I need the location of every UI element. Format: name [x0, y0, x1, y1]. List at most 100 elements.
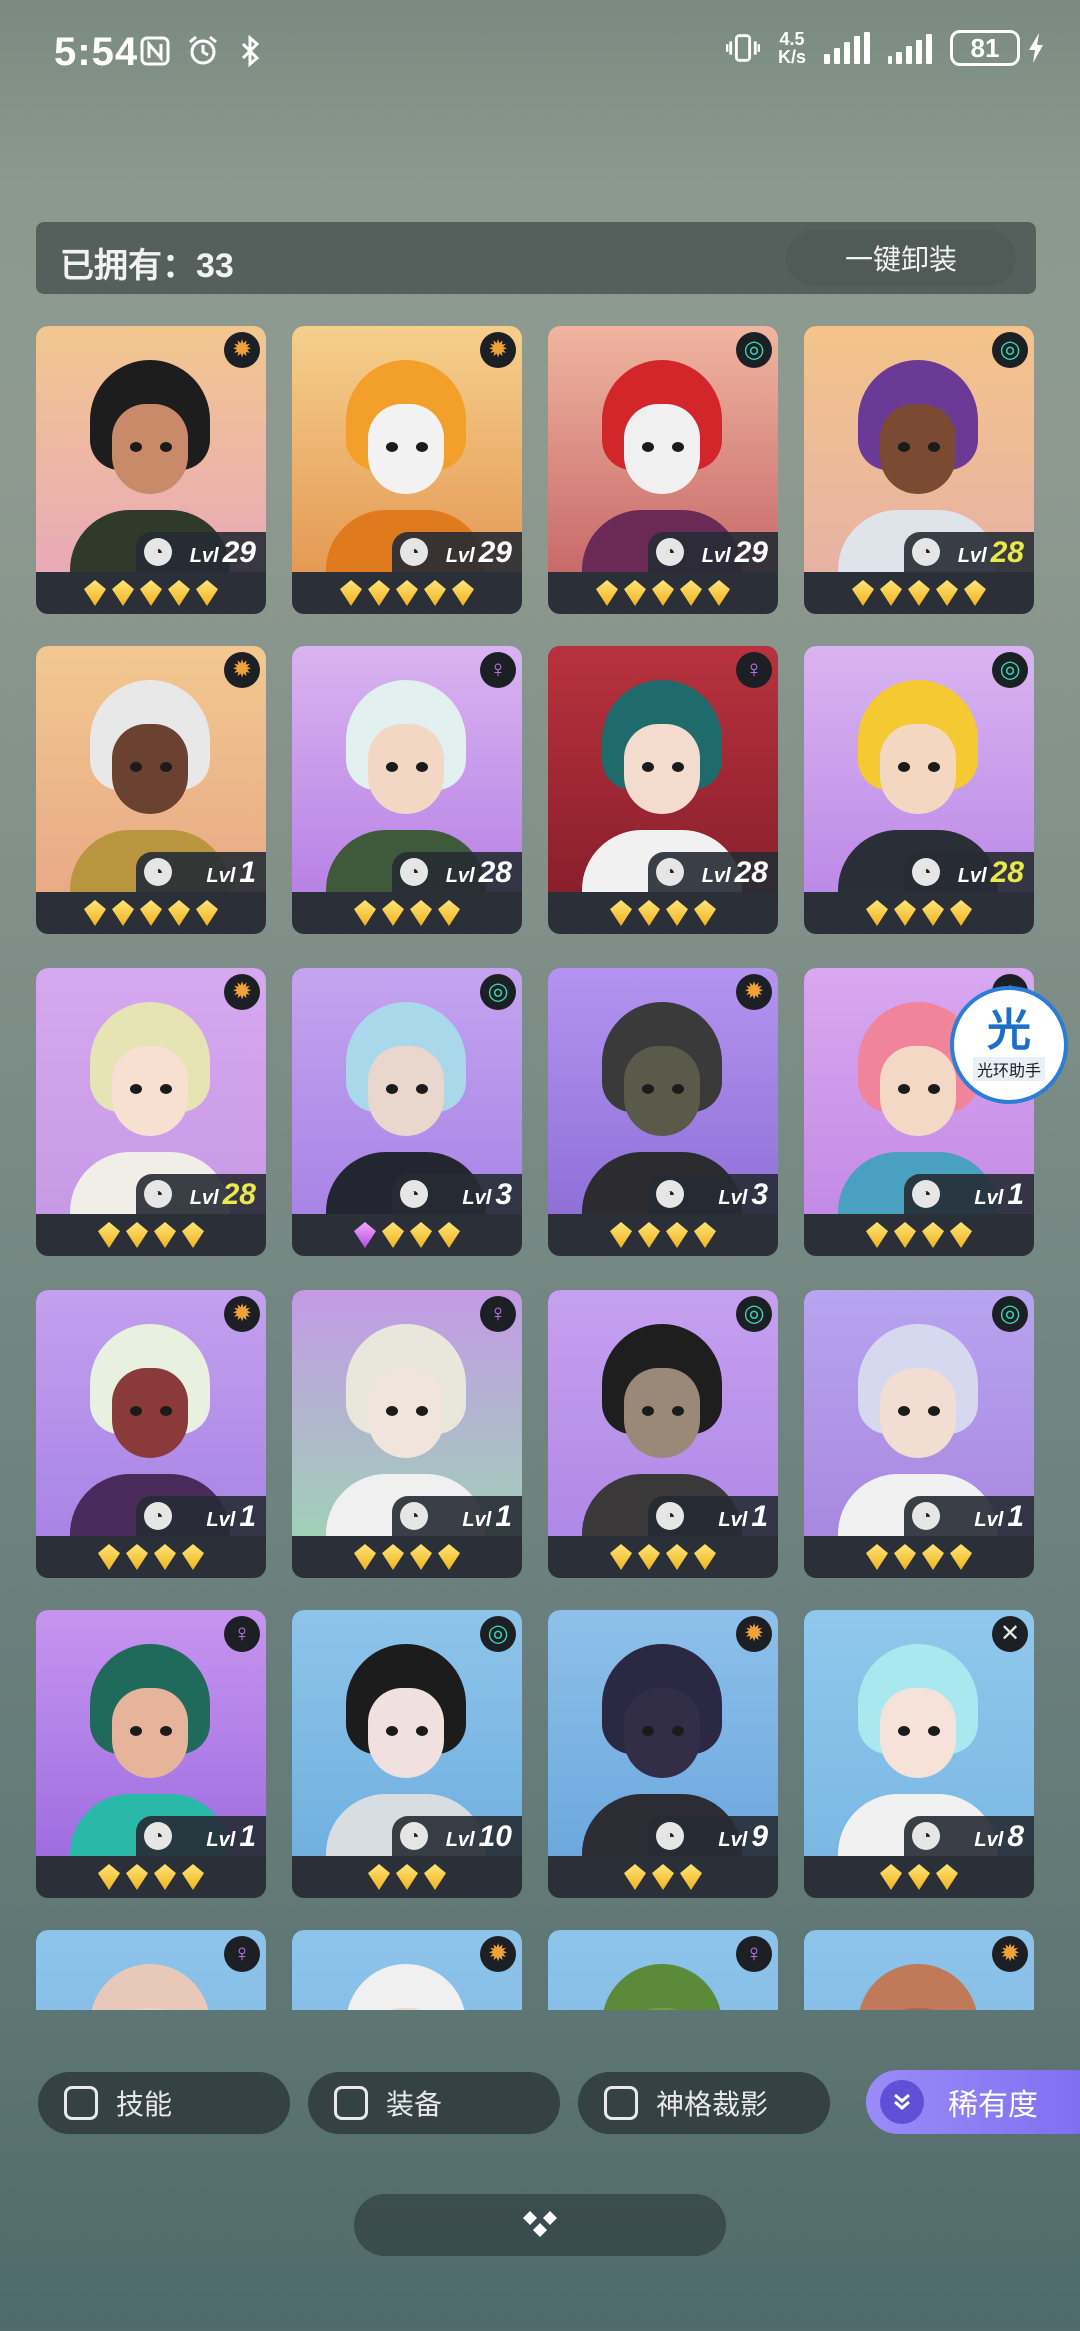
- level-value: 1: [751, 1500, 768, 1533]
- level-text: Lvl 28: [446, 856, 512, 890]
- gold-gem-icon: [866, 900, 888, 926]
- level-text: Lvl 29: [446, 536, 512, 570]
- character-card[interactable]: ✹ ◔ Lvl 9: [548, 1610, 778, 1898]
- level-prefix: Lvl: [445, 865, 475, 887]
- filter-divine-toggle[interactable]: 神格裁影: [578, 2072, 830, 2134]
- character-portrait: ◎ ◔ Lvl 29: [548, 326, 778, 572]
- filter-skill-toggle[interactable]: 技能: [38, 2072, 290, 2134]
- gold-gem-icon: [866, 1544, 888, 1570]
- character-card[interactable]: ✹ ◔ Lvl 1: [36, 646, 266, 934]
- character-portrait: ✹ ◔ Lvl 9: [548, 1610, 778, 1856]
- character-card[interactable]: ◎ ◔ Lvl 29: [548, 326, 778, 614]
- level-prefix: Lvl: [189, 1187, 219, 1209]
- gold-gem-icon: [84, 580, 106, 606]
- gold-gem-icon: [950, 1544, 972, 1570]
- level-prefix: Lvl: [445, 545, 475, 567]
- character-card[interactable]: ◎ ◔ Lvl 28: [804, 326, 1034, 614]
- character-card[interactable]: ◎ ◔ Lvl 10: [292, 1610, 522, 1898]
- gold-gem-icon: [922, 1544, 944, 1570]
- charging-icon: [1026, 31, 1046, 65]
- rarity-sort-button[interactable]: 稀有度: [866, 2070, 1080, 2134]
- character-portrait: ♀: [36, 1930, 266, 2010]
- star-rating: [36, 572, 266, 614]
- star-rating: [804, 892, 1034, 934]
- level-text: Lvl 1: [462, 1500, 512, 1534]
- level-text: Lvl 1: [718, 1500, 768, 1534]
- level-badge: ◔ Lvl 1: [648, 1496, 778, 1536]
- net-speed-value: 4.5: [779, 29, 805, 49]
- level-text: Lvl 29: [190, 536, 256, 570]
- level-text: Lvl 1: [206, 1500, 256, 1534]
- level-text: Lvl 10: [446, 1820, 512, 1854]
- sun-element-icon: ✹: [224, 652, 260, 688]
- gold-gem-icon: [652, 580, 674, 606]
- gold-gem-icon: [866, 1222, 888, 1248]
- character-card[interactable]: ♀: [36, 1930, 266, 2010]
- gold-gem-icon: [84, 900, 106, 926]
- checkbox-icon[interactable]: [604, 2086, 638, 2120]
- character-card[interactable]: ♀ ◔ Lvl 28: [292, 646, 522, 934]
- cross-element-icon: ✕: [992, 1616, 1028, 1652]
- level-value: 28: [478, 856, 512, 889]
- character-card[interactable]: ✹ ◔ Lvl 3: [548, 968, 778, 1256]
- gold-gem-icon: [936, 580, 958, 606]
- level-badge: ◔ Lvl 1: [904, 1496, 1034, 1536]
- character-figure: [838, 1964, 998, 2010]
- character-portrait: ✕ ◔ Lvl 8: [804, 1610, 1034, 1856]
- character-card[interactable]: ✹ ◔ Lvl 1: [36, 1290, 266, 1578]
- star-rating: [36, 1214, 266, 1256]
- character-portrait: ✹: [804, 1930, 1034, 2010]
- character-card[interactable]: ◎ ◔ Lvl 3: [292, 968, 522, 1256]
- character-card[interactable]: ♀ ◔ Lvl1: [292, 1290, 522, 1578]
- battery-level: 81: [970, 32, 1000, 63]
- level-value: 1: [239, 1500, 256, 1533]
- aperture-icon: ◔: [400, 1502, 428, 1530]
- filter-equipment-toggle[interactable]: 装备: [308, 2072, 560, 2134]
- character-card[interactable]: ♀ ◔ Lvl 28: [548, 646, 778, 934]
- bluetooth-icon: [234, 34, 268, 68]
- gold-gem-icon: [894, 1544, 916, 1570]
- character-portrait: ✹ ◔ Lvl 1: [36, 646, 266, 892]
- character-portrait: ✹ ◔ Lvl 29: [36, 326, 266, 572]
- level-text: Lvl 8: [974, 1820, 1024, 1854]
- character-card[interactable]: ✹ ◔ Lvl 29: [36, 326, 266, 614]
- character-card[interactable]: ♀ ◔ Lvl1: [36, 1610, 266, 1898]
- character-card[interactable]: ✹: [804, 1930, 1034, 2010]
- collapse-handle-button[interactable]: [354, 2194, 726, 2256]
- character-card[interactable]: ✕ ◔ Lvl 8: [804, 1610, 1034, 1898]
- wind-element-icon: ◎: [736, 1296, 772, 1332]
- character-card[interactable]: ✹ ◔ Lvl 28: [36, 968, 266, 1256]
- character-grid[interactable]: ✹ ◔ Lvl 29 ✹ ◔ Lvl 29 ◎ ◔ Lvl 29 ◎ ◔ Lvl 28 ✹ ◔ Lvl 1 ♀ ◔ Lvl 2…: [36, 326, 1036, 2010]
- battery-indicator: 81: [950, 30, 1020, 66]
- star-rating: [292, 1536, 522, 1578]
- checkbox-icon[interactable]: [334, 2086, 368, 2120]
- character-card[interactable]: ◎ ◔ Lvl 1: [548, 1290, 778, 1578]
- gold-gem-icon: [950, 1222, 972, 1248]
- gold-gem-icon: [410, 900, 432, 926]
- assistant-floating-badge[interactable]: 光 光环助手: [950, 986, 1068, 1104]
- star-rating: [548, 1536, 778, 1578]
- character-card[interactable]: ◎ ◔ Lvl 28: [804, 646, 1034, 934]
- level-badge: ◔ Lvl 28: [136, 1174, 266, 1214]
- unequip-all-button[interactable]: 一键卸装: [786, 230, 1016, 286]
- gold-gem-icon: [610, 900, 632, 926]
- badge-label: 光环助手: [972, 1057, 1045, 1081]
- gold-gem-icon: [880, 1864, 902, 1890]
- gold-gem-icon: [98, 1222, 120, 1248]
- character-portrait: ♀ ◔ Lvl 28: [548, 646, 778, 892]
- character-portrait: ◎ ◔ Lvl 1: [548, 1290, 778, 1536]
- gold-gem-icon: [382, 1544, 404, 1570]
- gold-gem-icon: [340, 580, 362, 606]
- gold-gem-icon: [98, 1864, 120, 1890]
- level-text: Lvl 29: [702, 536, 768, 570]
- gold-gem-icon: [196, 580, 218, 606]
- checkbox-icon[interactable]: [64, 2086, 98, 2120]
- character-card[interactable]: ✹: [292, 1930, 522, 2010]
- gold-gem-icon: [154, 1544, 176, 1570]
- purple-gem-icon: [354, 1222, 376, 1248]
- character-portrait: ◎ ◔ Lvl 28: [804, 326, 1034, 572]
- gold-gem-icon: [182, 1544, 204, 1570]
- character-card[interactable]: ◎ ◔ Lvl 1: [804, 1290, 1034, 1578]
- character-card[interactable]: ♀: [548, 1930, 778, 2010]
- character-card[interactable]: ✹ ◔ Lvl 29: [292, 326, 522, 614]
